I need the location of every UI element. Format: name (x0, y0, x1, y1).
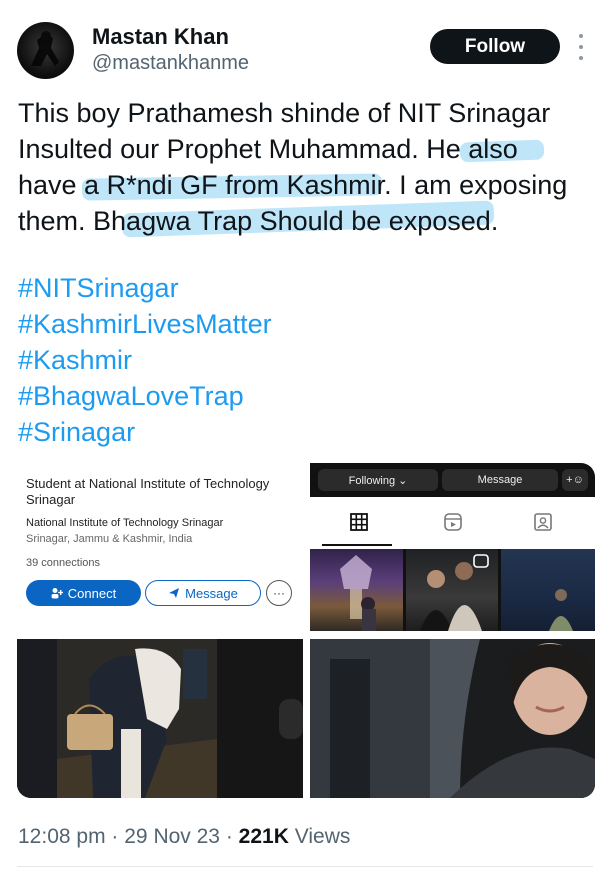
author-handle[interactable]: @mastankhanme (92, 52, 249, 75)
author-avatar[interactable] (17, 22, 74, 79)
message-button: Message (145, 580, 261, 606)
hashtag-link[interactable]: #BhagwaLoveTrap (18, 378, 272, 414)
profile-connections: 39 connections (26, 557, 100, 569)
profile-organization: National Institute of Technology Srinaga… (26, 517, 224, 529)
tweet-time[interactable]: 12:08 pm (18, 825, 106, 848)
tweet-line: them. Bhagwa Trap Should be exposed. (18, 206, 499, 236)
hashtag-list: #NITSrinagar #KashmirLivesMatter #Kashmi… (18, 270, 272, 450)
follow-button[interactable]: Follow (430, 29, 560, 64)
views-label: Views (294, 825, 351, 848)
hashtag-link[interactable]: #Kashmir (18, 342, 272, 378)
tweet-line: have a R*ndi GF from Kashmir. I am expos… (18, 170, 568, 200)
message-button: Message (442, 469, 558, 491)
more-options-icon[interactable] (576, 34, 586, 60)
meta-separator: · (225, 825, 233, 848)
add-person-icon (51, 588, 63, 599)
profile-tabs (310, 497, 595, 549)
tweet-body: This boy Prathamesh shinde of NIT Srinag… (18, 95, 593, 239)
tweet-meta: 12:08 pm · 29 Nov 23 · 221K Views (18, 825, 350, 849)
tagged-icon (534, 513, 552, 531)
more-icon: ··· (266, 580, 292, 606)
divider (17, 866, 593, 867)
linkedin-screenshot[interactable]: Student at National Institute of Technol… (17, 463, 303, 631)
photo-girl-smiling[interactable] (310, 639, 595, 798)
media-grid[interactable]: Student at National Institute of Technol… (17, 463, 595, 798)
grid-icon (350, 513, 368, 531)
post-thumbnail[interactable] (501, 549, 595, 631)
add-person-icon: +☺ (562, 469, 588, 491)
connect-label: Connect (67, 585, 117, 601)
hashtag-link[interactable]: #Srinagar (18, 414, 272, 450)
instagram-screenshot[interactable]: Following ⌄ Message +☺ (310, 463, 595, 631)
views-count[interactable]: 221K (239, 825, 289, 848)
tweet-date[interactable]: 29 Nov 23 (124, 825, 220, 848)
reels-icon (444, 513, 462, 531)
active-tab-indicator (322, 544, 392, 546)
tweet-line: This boy Prathamesh shinde of NIT Srinag… (18, 98, 551, 128)
profile-location: Srinagar, Jammu & Kashmir, India (26, 533, 193, 545)
profile-headline: Student at National Institute of Technol… (26, 476, 270, 507)
photo-couple-embrace[interactable] (17, 639, 303, 798)
send-icon (169, 588, 180, 598)
following-button: Following ⌄ (318, 469, 438, 491)
post-thumbnail[interactable] (406, 549, 498, 631)
hashtag-link[interactable]: #KashmirLivesMatter (18, 306, 272, 342)
post-thumbnail[interactable] (310, 549, 403, 631)
author-name[interactable]: Mastan Khan (92, 24, 229, 50)
meta-separator: · (111, 825, 119, 848)
tweet-line: Insulted our Prophet Muhammad. He also (18, 134, 518, 164)
connect-button: Connect (26, 580, 141, 606)
avatar-silhouette-icon (31, 31, 59, 66)
message-label: Message (185, 585, 238, 601)
hashtag-link[interactable]: #NITSrinagar (18, 270, 272, 306)
